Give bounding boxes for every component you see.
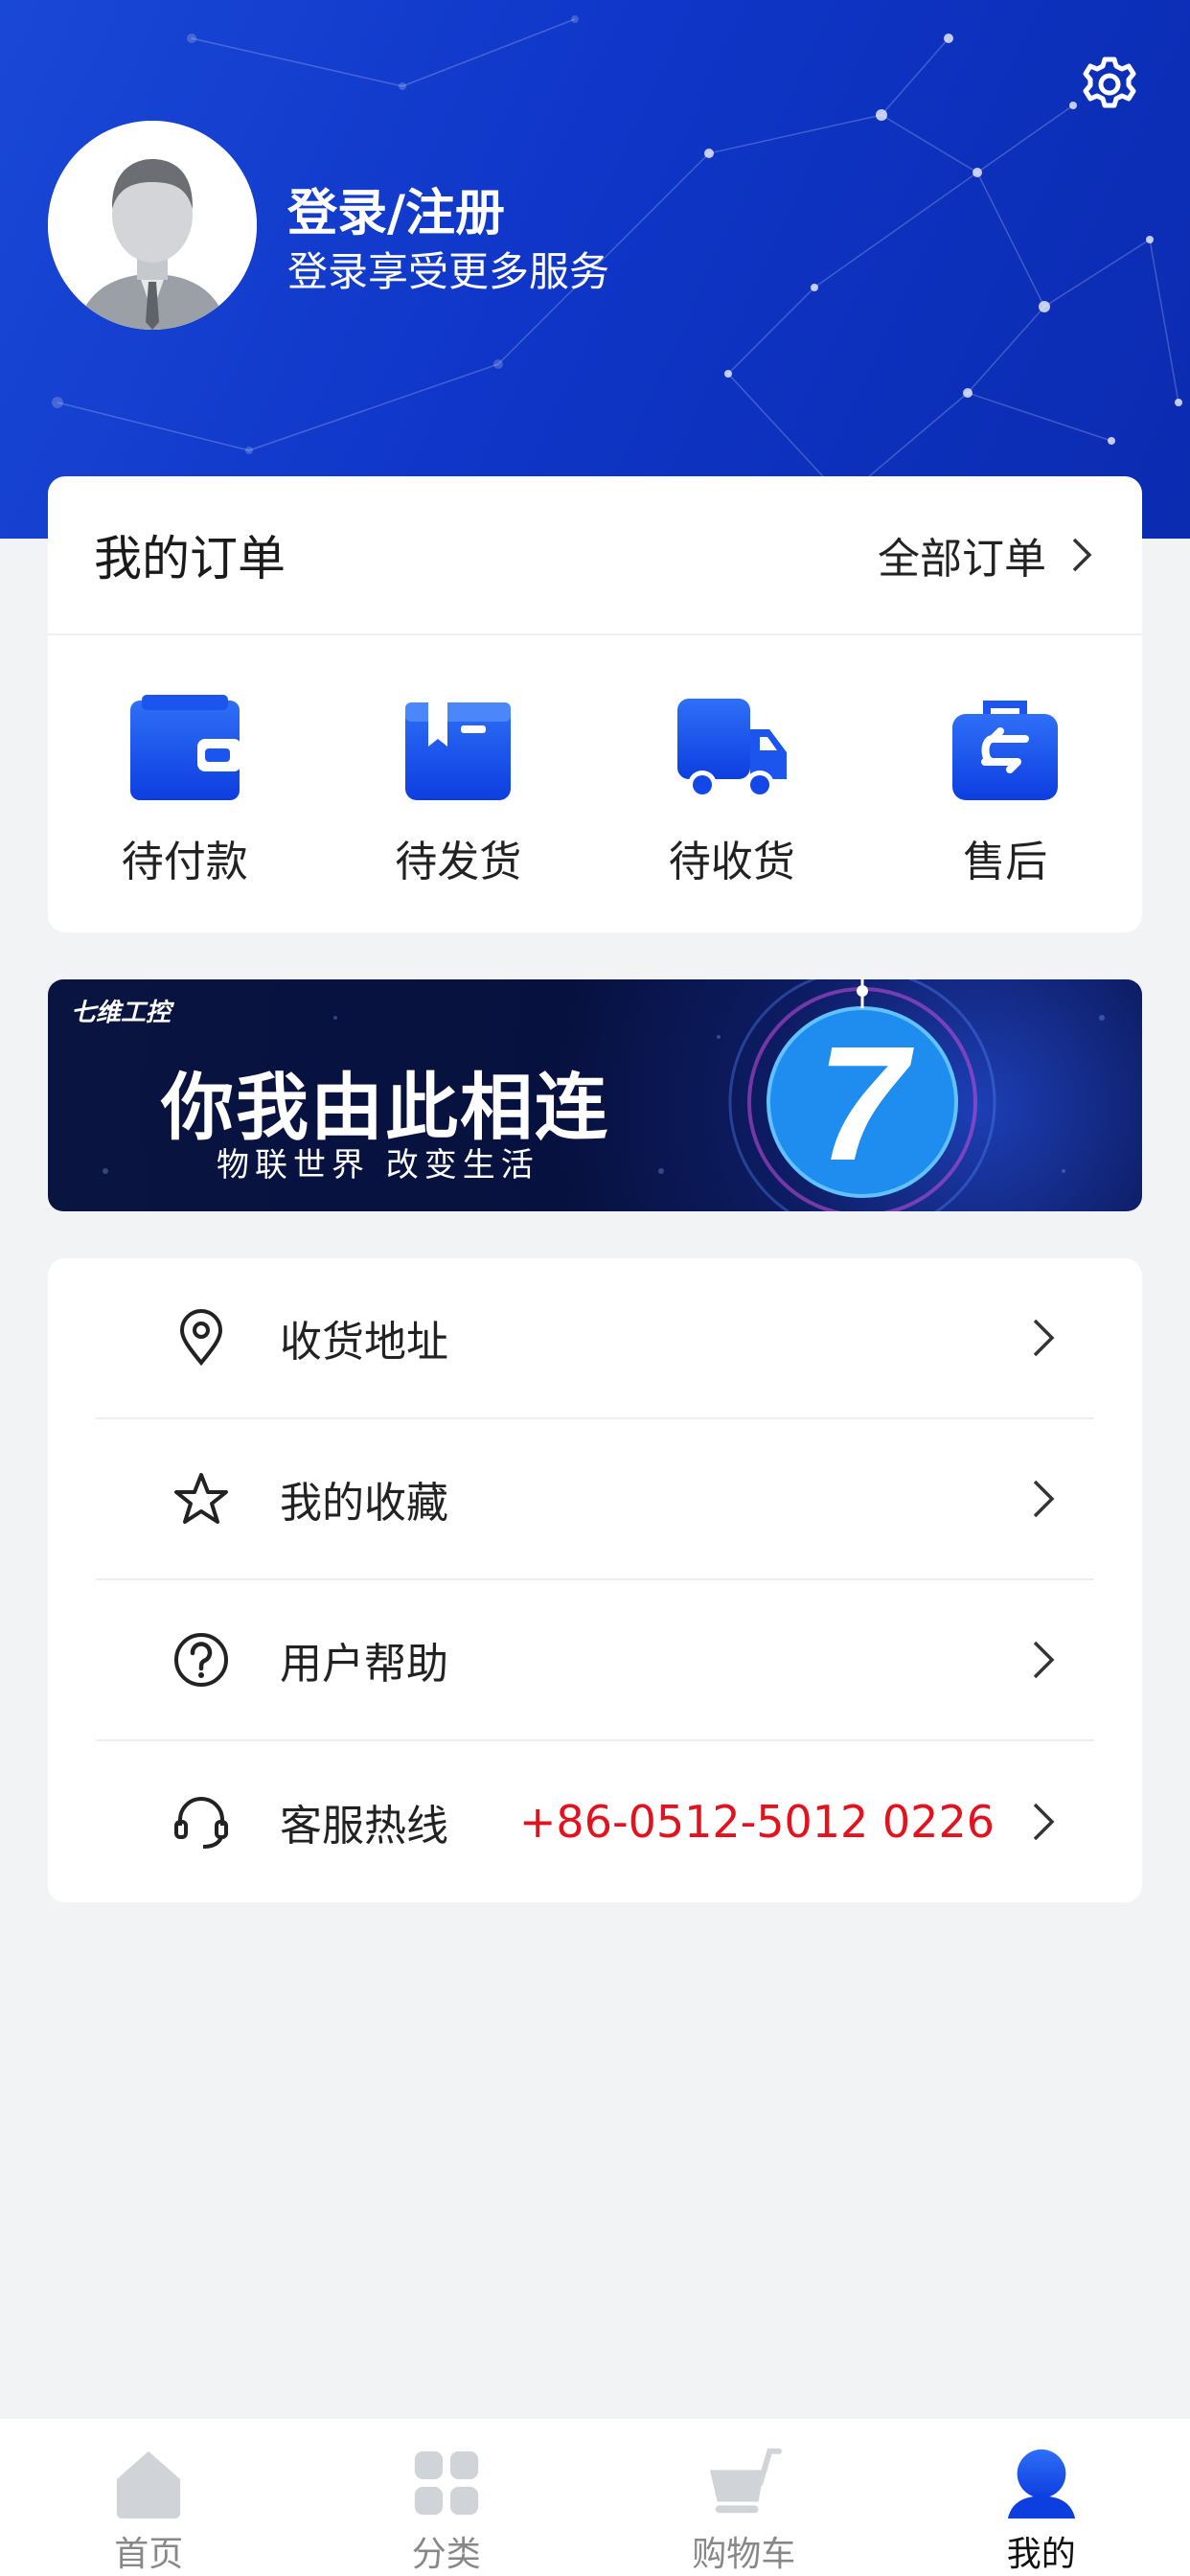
cart-icon [710,2448,783,2514]
menu-item-hotline[interactable]: 客服热线 +86-0512-5012 0226 [96,1741,1094,1902]
order-pending-payment[interactable]: 待付款 [48,635,322,931]
chevron-right-icon [1033,1641,1055,1679]
help-circle-icon [172,1631,230,1689]
gear-icon [1083,57,1136,108]
tab-mine[interactable]: 我的 [893,2419,1190,2576]
my-orders-card: 我的订单 全部订单 待付款 待发货 待收货 售后 [48,476,1142,932]
menu-item-label: 客服热线 [280,1802,448,1851]
settings-button[interactable] [1075,50,1144,119]
order-item-label: 待收货 [668,838,795,886]
user-icon [1007,2449,1075,2519]
chevron-right-icon [1033,1319,1055,1357]
order-item-label: 待发货 [395,838,522,886]
orders-header: 我的订单 全部订单 [48,476,1142,635]
menu-item-label: 用户帮助 [280,1640,448,1689]
tab-home[interactable]: 首页 [0,2419,298,2576]
tab-label: 首页 [114,2535,184,2574]
promo-banner[interactable]: 7 七维工控 你我由此相连 物联世界 改变生活 [48,979,1142,1211]
all-orders-label: 全部订单 [878,535,1046,584]
category-icon [414,2450,478,2516]
banner-logo-text: 7 [817,1013,915,1195]
order-after-sales[interactable]: 售后 [869,635,1143,931]
orders-title: 我的订单 [94,531,286,586]
order-item-label: 待付款 [121,838,248,886]
tab-cart[interactable]: 购物车 [595,2419,893,2576]
hotline-number[interactable]: +86-0512-5012 0226 [519,1796,995,1848]
menu-item-address[interactable]: 收货地址 [96,1258,1094,1419]
wallet-icon [129,695,241,800]
all-orders-link[interactable]: 全部订单 [878,524,1094,586]
headset-icon [172,1793,230,1851]
chevron-right-icon [1033,1480,1055,1518]
chevron-right-icon [1072,538,1092,572]
tab-label: 我的 [1006,2535,1076,2574]
avatar[interactable] [48,121,257,330]
service-menu-card: 收货地址 我的收藏 用户帮助 客服热线 +86-0512-5012 0226 [48,1258,1142,1902]
box-icon [405,702,512,800]
menu-item-label: 我的收藏 [280,1479,448,1528]
login-register-link[interactable]: 登录/注册 [287,172,505,244]
login-subtitle: 登录享受更多服务 [287,248,610,295]
menu-item-help[interactable]: 用户帮助 [96,1580,1094,1741]
menu-item-label: 收货地址 [280,1318,448,1367]
default-avatar-icon [48,121,257,330]
banner-subtitle: 物联世界 改变生活 [217,1146,539,1184]
location-pin-icon [172,1309,230,1367]
bottom-tab-bar: 首页 分类 购物车 我的 [0,2419,1190,2576]
order-pending-receipt[interactable]: 待收货 [595,635,869,931]
after-sales-bag-icon [952,701,1059,800]
star-icon [172,1470,230,1528]
tab-category[interactable]: 分类 [298,2419,596,2576]
truck-icon [676,699,787,799]
home-icon [117,2450,181,2519]
banner-brand: 七维工控 [71,999,172,1027]
tab-label: 分类 [411,2535,481,2574]
order-pending-shipment[interactable]: 待发货 [322,635,596,931]
profile-header: 登录/注册 登录享受更多服务 [0,0,1190,539]
order-item-label: 售后 [963,838,1048,886]
tab-label: 购物车 [692,2535,796,2574]
chevron-right-icon [1033,1803,1055,1841]
menu-item-favorites[interactable]: 我的收藏 [96,1419,1094,1580]
